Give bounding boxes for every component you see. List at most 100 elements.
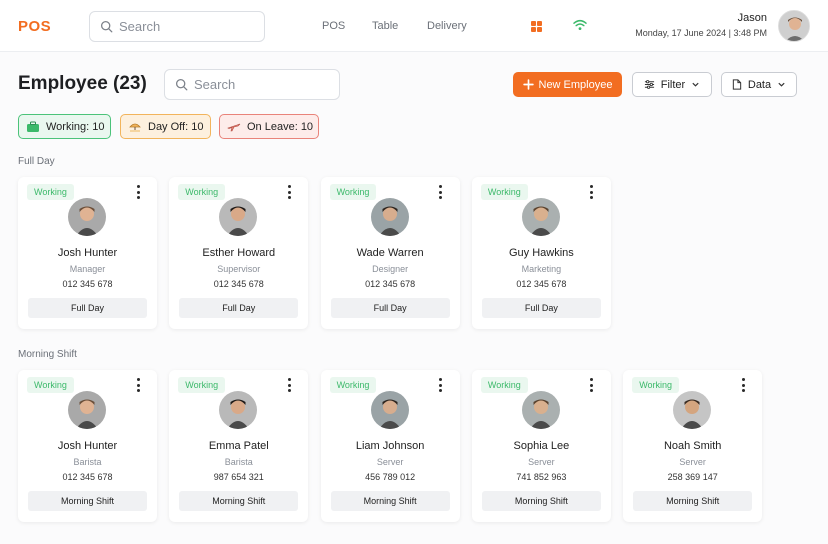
employee-avatar: [521, 198, 560, 236]
file-icon: [732, 79, 742, 90]
status-badge: Working: [27, 377, 74, 393]
page-title: Employee (23): [18, 73, 147, 94]
sliders-icon: [644, 80, 654, 89]
more-options-icon[interactable]: [286, 185, 292, 199]
employee-role: Barista: [224, 457, 253, 467]
global-search-input[interactable]: [119, 19, 249, 34]
employee-name: Liam Johnson: [355, 440, 425, 452]
status-badge: Working: [329, 377, 377, 393]
section-label-morning-shift: Morning Shift: [18, 349, 77, 360]
employee-avatar: [68, 198, 106, 236]
employee-phone: 987 654 321: [213, 472, 264, 482]
employee-role: Server: [376, 457, 404, 467]
chevron-down-icon: [692, 82, 699, 87]
employee-name: Sophia Lee: [513, 440, 570, 452]
wifi-icon[interactable]: [573, 19, 587, 31]
employee-avatar: [219, 198, 258, 236]
apps-grid-icon[interactable]: [531, 21, 542, 32]
app-logo[interactable]: POS: [18, 18, 51, 35]
employee-name: Esther Howard: [202, 247, 276, 259]
employee-name: Josh Hunter: [57, 247, 118, 259]
data-label: Data: [747, 78, 772, 91]
more-options-icon[interactable]: [135, 378, 141, 392]
more-options-icon[interactable]: [589, 185, 595, 199]
chevron-down-icon: [778, 82, 785, 87]
status-badge: Working: [178, 184, 226, 200]
employee-card[interactable]: Working Emma Patel Barista 987 654 321 Morni…: [169, 370, 309, 522]
more-options-icon[interactable]: [740, 378, 746, 392]
status-badge: Working: [27, 184, 74, 200]
status-badge: Working: [178, 377, 226, 393]
dayoff-count: Day Off: 10: [148, 120, 204, 133]
more-options-icon[interactable]: [286, 378, 292, 392]
nav-table[interactable]: Table: [372, 20, 398, 32]
employee-phone: 012 345 678: [516, 279, 567, 289]
nav-delivery[interactable]: Delivery: [427, 20, 467, 32]
employee-avatar: [673, 391, 712, 429]
more-options-icon[interactable]: [438, 185, 444, 199]
employee-role: Marketing: [521, 264, 562, 274]
leave-filter-chip[interactable]: On Leave: 10: [219, 114, 319, 139]
employee-name: Josh Hunter: [57, 440, 118, 452]
search-icon: [100, 20, 113, 33]
shift-label: Morning Shift: [28, 491, 147, 511]
employee-card[interactable]: Working Josh Hunter Manager 012 345 678 Full…: [18, 177, 157, 329]
leave-count: On Leave: 10: [247, 120, 314, 133]
employee-avatar: [521, 391, 560, 429]
employee-name: Guy Hawkins: [508, 247, 574, 259]
employee-phone: 012 345 678: [62, 472, 113, 482]
filter-button[interactable]: Filter: [632, 72, 712, 97]
data-button[interactable]: Data: [721, 72, 797, 97]
employee-card[interactable]: Working Josh Hunter Barista 012 345 678 Morn…: [18, 370, 157, 522]
employee-avatar: [370, 391, 409, 429]
more-options-icon[interactable]: [438, 378, 444, 392]
briefcase-icon: [27, 121, 39, 132]
employee-role: Supervisor: [217, 264, 261, 274]
top-bar: POS POS Table Delivery Jason Monday, 17 …: [0, 0, 828, 52]
shift-label: Morning Shift: [179, 491, 299, 511]
working-filter-chip[interactable]: Working: 10: [18, 114, 111, 139]
employee-role: Manager: [69, 264, 106, 274]
shift-label: Morning Shift: [481, 491, 601, 511]
plus-icon: [522, 79, 534, 90]
new-employee-button[interactable]: New Employee: [513, 72, 622, 97]
employee-search[interactable]: [164, 69, 340, 100]
current-date: Monday, 17 June 2024 | 3:48 PM: [635, 28, 767, 38]
working-count: Working: 10: [46, 120, 105, 133]
dayoff-filter-chip[interactable]: Day Off: 10: [120, 114, 211, 139]
more-options-icon[interactable]: [589, 378, 595, 392]
employee-name: Emma Patel: [208, 440, 269, 452]
employee-card[interactable]: Working Liam Johnson Server 456 789 012 Morn…: [320, 370, 460, 522]
filter-label: Filter: [660, 78, 686, 91]
employee-card[interactable]: Working Esther Howard Supervisor 012 345 67…: [169, 177, 309, 329]
employee-phone: 012 345 678: [213, 279, 264, 289]
shift-label: Morning Shift: [633, 491, 753, 511]
nav-pos[interactable]: POS: [322, 20, 345, 32]
employee-role: Server: [679, 457, 706, 467]
employee-avatar: [370, 198, 409, 236]
shift-label: Full Day: [481, 298, 601, 318]
employee-phone: 741 852 963: [516, 472, 567, 482]
employee-avatar: [219, 391, 258, 429]
global-search[interactable]: [89, 11, 265, 42]
beach-icon: [129, 123, 141, 132]
user-name: Jason: [737, 12, 767, 24]
user-avatar[interactable]: [778, 10, 810, 42]
shift-label: Full Day: [330, 298, 450, 318]
shift-label: Morning Shift: [330, 491, 450, 511]
employee-card[interactable]: Working Noah Smith Server 258 369 147 Mornin…: [623, 370, 763, 522]
status-badge: Working: [480, 184, 528, 200]
employee-card[interactable]: Working Sophia Lee Server 741 852 963 Mornin…: [471, 370, 611, 522]
plane-icon: [227, 123, 241, 131]
employee-phone: 012 345 678: [62, 279, 113, 289]
shift-label: Full Day: [28, 298, 147, 318]
section-label-full-day: Full Day: [18, 156, 55, 167]
employee-card[interactable]: Working Guy Hawkins Marketing 012 345 678 Fu…: [471, 177, 611, 329]
more-options-icon[interactable]: [135, 185, 141, 199]
shift-label: Full Day: [179, 298, 299, 318]
employee-card[interactable]: Working Wade Warren Designer 012 345 678 Ful…: [320, 177, 460, 329]
employee-name: Wade Warren: [356, 247, 424, 259]
employee-search-input[interactable]: [194, 77, 324, 92]
status-badge: Working: [329, 184, 377, 200]
search-icon: [175, 78, 188, 91]
